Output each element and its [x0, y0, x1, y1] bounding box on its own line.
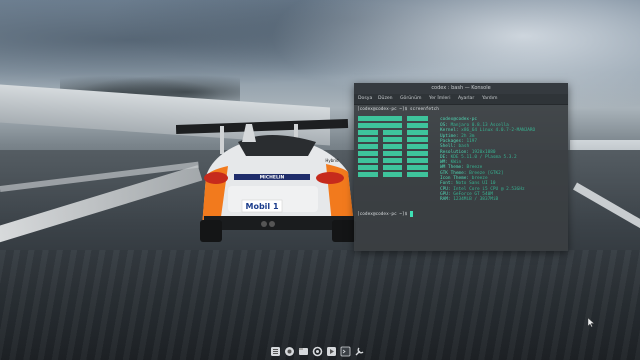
terminal-area[interactable]: [codex@codex-pc ~]$ screenfetch codex@co… — [354, 105, 568, 251]
konsole-window[interactable]: codex : bash — Konsole Dosya Düzen Görün… — [354, 83, 568, 251]
sysinfo-row: Resolution: 1920x1080 — [440, 150, 496, 155]
sysinfo-key: Resolution: — [440, 149, 470, 155]
window-title: codex : bash — Konsole — [431, 85, 491, 91]
sysinfo-row: RAM: 1234MiB / 3837MiB — [440, 197, 498, 202]
sysinfo-row: CPU: Intel Core i5 CPU @ 2.53GHz — [440, 187, 525, 192]
terminal-prompt: [codex@codex-pc ~]$ — [357, 212, 408, 217]
menu-bar: Dosya Düzen Görünüm Yer İmleri Ayarlar Y… — [354, 94, 568, 105]
menu-help[interactable]: Yardım — [482, 94, 497, 104]
sysinfo-key: Kernel: — [440, 128, 459, 134]
terminal-prompt-line: [codex@codex-pc ~]$ screenfetch — [357, 107, 439, 112]
sysinfo-key: RAM: — [440, 197, 451, 203]
race-car-image: MICHELIN Mobil 1 Hybrid — [176, 116, 360, 246]
sysinfo-row: GTK Theme: Breeze [GTK2] — [440, 171, 503, 176]
menu-edit[interactable]: Düzen — [378, 94, 393, 104]
settings-icon[interactable] — [312, 346, 323, 357]
media-icon[interactable] — [326, 346, 337, 357]
sysinfo-value: Noto Sans UI 10 — [455, 181, 496, 187]
sysinfo-row: Font: Noto Sans UI 10 — [440, 181, 496, 186]
menu-view[interactable]: Görünüm — [400, 94, 421, 104]
tools-icon[interactable] — [354, 346, 365, 357]
files-icon[interactable] — [298, 346, 309, 357]
sysinfo-value: Breeze [GTK2] — [469, 170, 504, 176]
taskbar — [268, 344, 370, 360]
menu-settings[interactable]: Ayarlar — [458, 94, 474, 104]
sysinfo-row: Shell: bash — [440, 144, 469, 149]
sysinfo-value: x86_64 Linux 4.0.7-2-MANJARO — [461, 128, 536, 134]
brand-decal: Mobil 1 — [245, 202, 278, 211]
sysinfo-value: 1920x1080 — [471, 149, 496, 155]
mouse-cursor-icon — [588, 318, 594, 327]
firefox-icon[interactable] — [284, 346, 295, 357]
terminal-cursor — [410, 211, 413, 217]
sponsor-decal: MICHELIN — [260, 175, 285, 181]
terminal-icon[interactable] — [340, 346, 351, 357]
menu-bookmarks[interactable]: Yer İmleri — [429, 94, 450, 104]
menu-icon[interactable] — [270, 346, 281, 357]
window-titlebar[interactable]: codex : bash — Konsole — [354, 83, 568, 94]
menu-file[interactable]: Dosya — [358, 94, 372, 104]
sysinfo-key: WM Theme: — [440, 165, 464, 171]
sysinfo-row: Kernel: x86_64 Linux 4.0.7-2-MANJARO — [440, 128, 535, 133]
sysinfo-value: Breeze — [466, 165, 483, 171]
sysinfo-key: GTK Theme: — [440, 170, 467, 176]
sysinfo-row: Uptime: 2h 3m — [440, 134, 474, 139]
hybrid-decal: Hybrid — [325, 158, 339, 163]
sysinfo-key: CPU: — [440, 186, 451, 192]
sysinfo-value: Intel Core i5 CPU @ 2.53GHz — [453, 186, 525, 192]
sysinfo-value: bash — [458, 144, 470, 150]
sysinfo-key: Font: — [440, 181, 454, 187]
sysinfo-value: 2h 3m — [461, 133, 475, 139]
sysinfo-row: WM Theme: Breeze — [440, 165, 482, 170]
terminal-user-host: codex@codex-pc — [440, 117, 478, 122]
sysinfo-value: 1234MiB / 3837MiB — [453, 197, 499, 203]
manjaro-logo-icon — [358, 116, 428, 177]
sysinfo-key: Shell: — [440, 144, 456, 150]
sysinfo-key: Uptime: — [440, 133, 459, 139]
